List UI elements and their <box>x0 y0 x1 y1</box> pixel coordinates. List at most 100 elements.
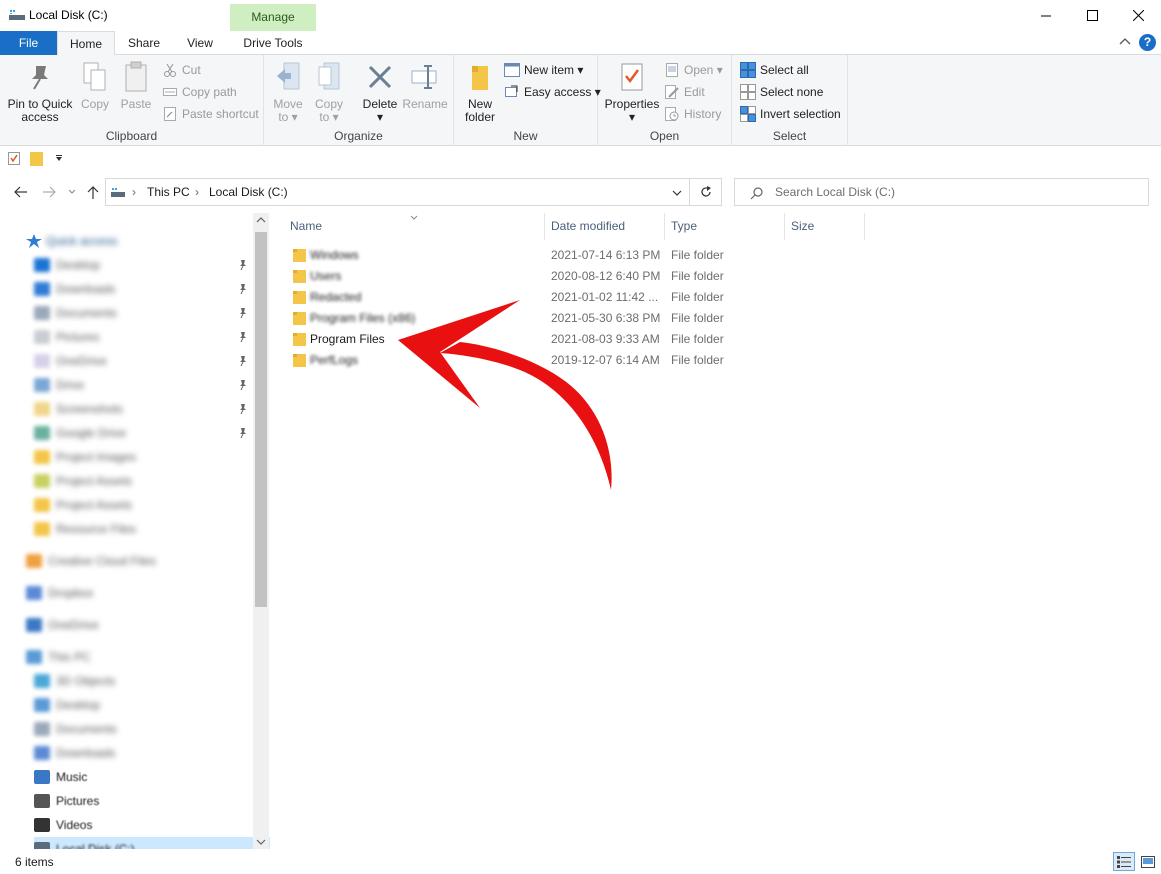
nav-item[interactable]: Videos <box>34 813 286 837</box>
pin-icon[interactable] <box>238 307 248 319</box>
address-bar[interactable]: › This PC › Local Disk (C:) <box>105 178 690 206</box>
pin-icon[interactable] <box>238 283 248 295</box>
table-row[interactable]: Program Files (x86) 2021-05-30 6:38 PM Fil… <box>290 308 1120 329</box>
item-count: 6 items <box>15 855 54 869</box>
nav-item[interactable]: Dropbox <box>26 581 278 605</box>
invert-selection-button[interactable]: Invert selection <box>740 104 841 124</box>
new-folder-qat-icon[interactable] <box>30 151 43 166</box>
large-icons-view-button[interactable] <box>1137 852 1159 871</box>
pin-quick-access-button[interactable]: Pin to Quick access <box>6 59 74 124</box>
tab-file[interactable]: File <box>0 31 57 55</box>
nav-quick-access[interactable]: Quick access <box>26 229 278 253</box>
cut-button[interactable]: Cut <box>162 60 201 80</box>
search-box[interactable]: Search Local Disk (C:) <box>734 178 1149 206</box>
delete-button[interactable]: Delete ▾ <box>360 59 400 124</box>
paste-shortcut-button[interactable]: Paste shortcut <box>162 104 259 124</box>
nav-scroll-thumb[interactable] <box>255 232 267 607</box>
minimize-button[interactable] <box>1023 0 1069 31</box>
search-icon <box>750 187 763 200</box>
copy-button[interactable]: Copy <box>76 59 114 111</box>
tab-share[interactable]: Share <box>118 31 170 55</box>
properties-button[interactable]: Properties ▾ <box>604 59 660 124</box>
scroll-up-icon[interactable] <box>256 217 266 223</box>
nav-item[interactable]: OneDrive <box>34 349 286 373</box>
folder-icon <box>293 249 306 262</box>
nav-item[interactable]: This PC <box>26 645 278 669</box>
nav-item[interactable]: Project Assets <box>34 493 286 517</box>
copy-to-button[interactable]: Copy to ▾ <box>310 59 348 124</box>
pin-icon[interactable] <box>238 355 248 367</box>
help-icon[interactable]: ? <box>1139 34 1156 51</box>
nav-item[interactable]: 3D Objects <box>34 669 286 693</box>
new-item-button[interactable]: New item ▾ <box>504 60 583 80</box>
close-button[interactable] <box>1115 0 1161 31</box>
breadcrumb-local-disk[interactable]: Local Disk (C:) <box>209 185 288 199</box>
column-date-modified[interactable]: Date modified <box>545 213 665 240</box>
tab-drive-tools[interactable]: Drive Tools <box>230 31 316 55</box>
manage-tab[interactable]: Manage <box>230 4 316 31</box>
nav-item[interactable]: Pictures <box>34 789 286 813</box>
nav-item[interactable]: Screenshots <box>34 397 286 421</box>
tab-home[interactable]: Home <box>57 31 115 56</box>
nav-item[interactable]: Drive <box>34 373 286 397</box>
nav-item[interactable]: Downloads <box>34 277 286 301</box>
edit-button[interactable]: Edit <box>664 82 705 102</box>
nav-item[interactable]: OneDrive <box>26 613 278 637</box>
nav-item[interactable]: Downloads <box>34 741 286 765</box>
scroll-down-icon[interactable] <box>256 839 266 845</box>
back-icon[interactable] <box>14 186 28 198</box>
nav-item-icon <box>34 746 50 760</box>
table-row[interactable]: Program Files 2021-08-03 9:33 AM File fold… <box>290 329 1120 350</box>
chevron-up-icon[interactable] <box>1119 37 1131 45</box>
nav-item[interactable]: Music <box>34 765 286 789</box>
nav-item[interactable]: Project Images <box>34 445 286 469</box>
new-item-icon <box>504 63 520 77</box>
properties-check-icon[interactable] <box>8 152 20 165</box>
nav-item[interactable]: Google Drive <box>34 421 286 445</box>
column-type[interactable]: Type <box>665 213 785 240</box>
address-dropdown-icon[interactable] <box>672 190 682 196</box>
nav-item[interactable]: Desktop <box>34 253 286 277</box>
file-name: Program Files (x86) <box>310 311 416 325</box>
new-folder-button[interactable]: New folder <box>460 59 500 124</box>
nav-item[interactable]: Project Assets <box>34 469 286 493</box>
column-size[interactable]: Size <box>785 213 865 240</box>
tab-view[interactable]: View <box>174 31 226 55</box>
search-input[interactable]: Search Local Disk (C:) <box>775 185 895 199</box>
column-name[interactable]: Name <box>284 213 545 240</box>
nav-item[interactable]: Desktop <box>34 693 286 717</box>
pin-icon[interactable] <box>238 259 248 271</box>
forward-icon[interactable] <box>42 186 56 198</box>
pin-icon[interactable] <box>238 427 248 439</box>
table-row[interactable]: Users 2020-08-12 6:40 PM File folder <box>290 266 1120 287</box>
select-none-button[interactable]: Select none <box>740 82 823 102</box>
refresh-button[interactable] <box>690 178 722 206</box>
open-button[interactable]: Open ▾ <box>664 60 723 80</box>
rename-button[interactable]: Rename <box>402 59 448 111</box>
maximize-button[interactable] <box>1069 0 1115 31</box>
nav-item[interactable]: Documents <box>34 717 286 741</box>
nav-item[interactable]: Creative Cloud Files <box>26 549 278 573</box>
details-view-button[interactable] <box>1113 852 1135 871</box>
nav-item[interactable]: Pictures <box>34 325 286 349</box>
select-all-button[interactable]: Select all <box>740 60 809 80</box>
pin-icon[interactable] <box>238 379 248 391</box>
table-row[interactable]: Windows 2021-07-14 6:13 PM File folder <box>290 245 1120 266</box>
breadcrumb-this-pc[interactable]: This PC <box>147 185 190 199</box>
paste-button[interactable]: Paste <box>117 59 155 111</box>
nav-item[interactable]: Documents <box>34 301 286 325</box>
easy-access-button[interactable]: Easy access ▾ <box>504 82 601 102</box>
copy-path-button[interactable]: Copy path <box>162 82 237 102</box>
move-to-button[interactable]: Move to ▾ <box>270 59 306 124</box>
table-row[interactable]: PerfLogs 2019-12-07 6:14 AM File folder <box>290 350 1120 371</box>
file-type: File folder <box>671 311 724 325</box>
history-button[interactable]: History <box>664 104 721 124</box>
up-icon[interactable] <box>87 185 99 199</box>
pin-icon[interactable] <box>238 403 248 415</box>
nav-item[interactable]: Resource Files <box>34 517 286 541</box>
customize-qat-icon[interactable] <box>55 155 63 161</box>
pin-icon[interactable] <box>238 331 248 343</box>
recent-locations-icon[interactable] <box>68 189 76 195</box>
table-row[interactable]: Redacted 2021-01-02 11:42 ... File folder <box>290 287 1120 308</box>
nav-item-icon <box>34 402 50 416</box>
